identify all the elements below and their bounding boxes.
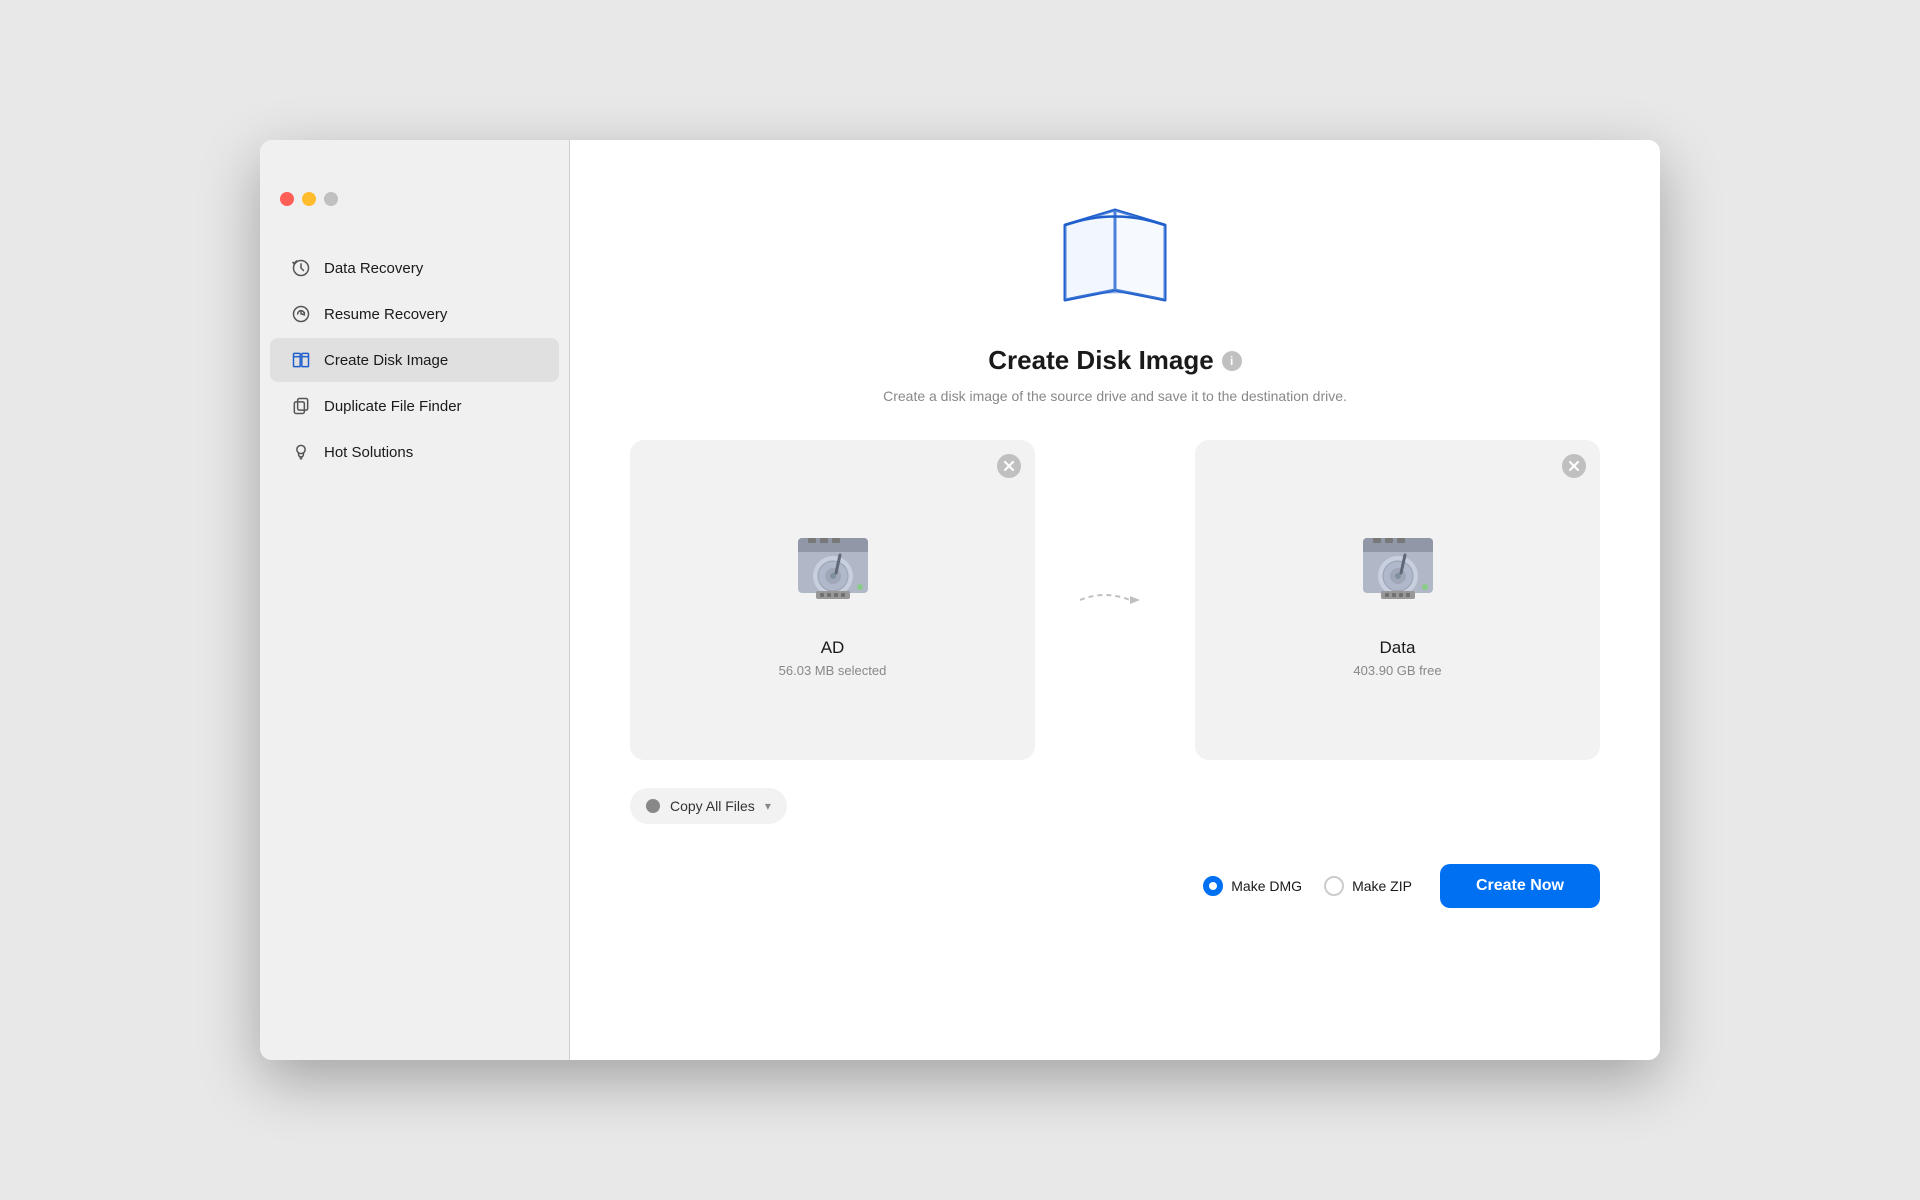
create-now-button[interactable]: Create Now	[1440, 864, 1600, 908]
drives-row: AD 56.03 MB selected	[630, 440, 1600, 760]
dest-drive-card[interactable]: Data 403.90 GB free	[1195, 440, 1600, 760]
sidebar: Data Recovery Resume Recovery	[260, 140, 570, 1060]
page-subtitle: Create a disk image of the source drive …	[883, 388, 1347, 404]
app-window: Data Recovery Resume Recovery	[260, 140, 1660, 1060]
sidebar-label-hot-solutions: Hot Solutions	[324, 444, 413, 461]
source-drive-name: AD	[821, 638, 845, 658]
arrow-connector	[1075, 585, 1155, 615]
sidebar-item-data-recovery[interactable]: Data Recovery	[270, 246, 559, 290]
copy-mode-dropdown[interactable]: Copy All Files ▾	[630, 788, 787, 824]
radio-zip-label: Make ZIP	[1352, 878, 1412, 894]
source-drive-card[interactable]: AD 56.03 MB selected	[630, 440, 1035, 760]
minimize-traffic-light[interactable]	[302, 192, 316, 206]
sidebar-item-hot-solutions[interactable]: Hot Solutions	[270, 430, 559, 474]
dest-drive-info: 403.90 GB free	[1353, 663, 1441, 678]
sidebar-label-duplicate-file-finder: Duplicate File Finder	[324, 398, 462, 415]
copy-mode-label: Copy All Files	[670, 798, 755, 814]
dest-drive-name: Data	[1380, 638, 1416, 658]
dest-close-button[interactable]	[1562, 454, 1586, 478]
dest-drive-icon	[1353, 533, 1443, 618]
options-row: Copy All Files ▾	[630, 788, 1600, 824]
resume-icon	[290, 303, 312, 325]
page-title: Create Disk Image i	[988, 345, 1241, 376]
lightbulb-icon	[290, 441, 312, 463]
radio-make-dmg[interactable]: Make DMG	[1203, 876, 1302, 896]
sidebar-label-data-recovery: Data Recovery	[324, 260, 423, 277]
source-close-button[interactable]	[997, 454, 1021, 478]
main-content: Create Disk Image i Create a disk image …	[570, 140, 1660, 1060]
fullscreen-traffic-light[interactable]	[324, 192, 338, 206]
source-drive-icon	[788, 533, 878, 618]
sync-icon	[290, 257, 312, 279]
source-drive-info: 56.03 MB selected	[779, 663, 887, 678]
hero-icon	[1045, 190, 1185, 325]
radio-make-zip[interactable]: Make ZIP	[1324, 876, 1412, 896]
radio-dmg-indicator	[1203, 876, 1223, 896]
close-traffic-light[interactable]	[280, 192, 294, 206]
bottom-bar: Make DMG Make ZIP Create Now	[630, 864, 1600, 908]
sidebar-item-duplicate-file-finder[interactable]: Duplicate File Finder	[270, 384, 559, 428]
radio-group: Make DMG Make ZIP	[1203, 876, 1412, 896]
chevron-down-icon: ▾	[765, 799, 771, 813]
disk-image-icon	[290, 349, 312, 371]
dropdown-dot	[646, 799, 660, 813]
sidebar-label-resume-recovery: Resume Recovery	[324, 306, 447, 323]
radio-dmg-label: Make DMG	[1231, 878, 1302, 894]
duplicate-icon	[290, 395, 312, 417]
sidebar-label-create-disk-image: Create Disk Image	[324, 352, 448, 369]
sidebar-item-resume-recovery[interactable]: Resume Recovery	[270, 292, 559, 336]
radio-zip-indicator	[1324, 876, 1344, 896]
info-icon[interactable]: i	[1222, 351, 1242, 371]
sidebar-item-create-disk-image[interactable]: Create Disk Image	[270, 338, 559, 382]
sidebar-nav: Data Recovery Resume Recovery	[260, 236, 569, 484]
